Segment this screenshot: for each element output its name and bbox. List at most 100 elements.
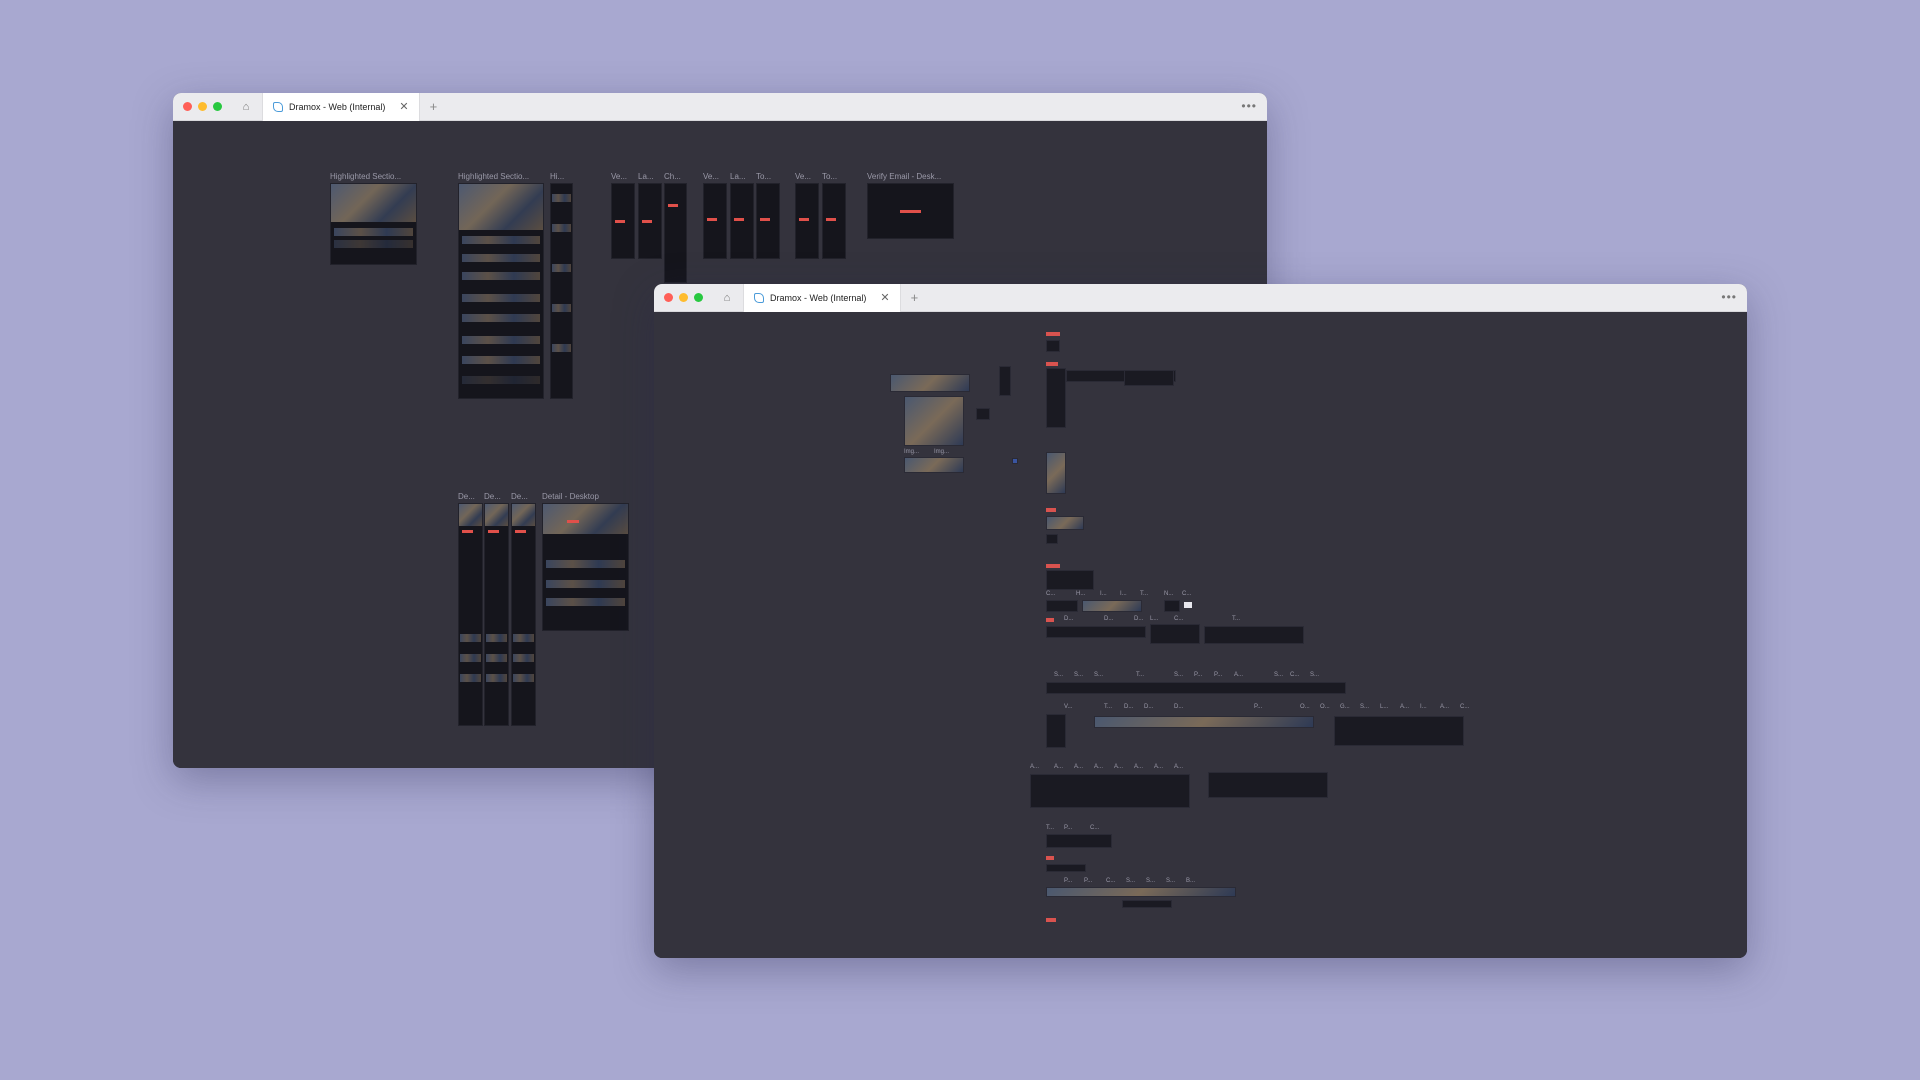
home-icon[interactable]: ⌂ [236, 97, 256, 117]
component-thumbnail[interactable] [1204, 626, 1304, 644]
component-thumbnail[interactable] [1046, 368, 1066, 428]
new-tab-button[interactable]: + [911, 290, 919, 305]
frame-landing-mobile[interactable] [638, 183, 662, 259]
frame-highlighted-section[interactable] [330, 183, 417, 265]
component-thumbnail[interactable] [1030, 774, 1190, 808]
component-thumbnail[interactable] [1122, 900, 1172, 908]
frame-landing-mobile-2[interactable] [730, 183, 754, 259]
component-thumbnail[interactable] [1150, 624, 1200, 644]
component-thumbnail[interactable] [1082, 600, 1142, 612]
frame-change-mobile[interactable] [664, 183, 687, 283]
close-tab-icon[interactable]: ✕ [399, 100, 408, 113]
frame-label: I... [1420, 704, 1427, 710]
frame-verify-mobile-2[interactable] [703, 183, 727, 259]
component-icon[interactable] [1012, 458, 1018, 464]
maximize-window-button[interactable] [213, 102, 222, 111]
frame-label: V... [1064, 704, 1073, 710]
frame-label: La... [730, 172, 746, 181]
component-thumbnail[interactable] [1046, 516, 1084, 530]
frame-token-mobile-2[interactable] [822, 183, 846, 259]
frame-label: N... [1164, 591, 1174, 597]
component-thumbnail[interactable] [904, 396, 964, 446]
frame-label: De... [511, 492, 528, 501]
frame-label: S... [1310, 672, 1320, 678]
frame-label: S... [1094, 672, 1104, 678]
component-tag [1046, 564, 1060, 568]
component-thumbnail[interactable] [1334, 716, 1464, 746]
frame-label: S... [1074, 672, 1084, 678]
frame-label: C... [1174, 616, 1184, 622]
frame-label: A... [1094, 764, 1104, 770]
component-thumbnail[interactable] [999, 366, 1011, 396]
frame-label: S... [1274, 672, 1284, 678]
frame-label: P... [1214, 672, 1223, 678]
figma-file-icon [273, 101, 283, 112]
component-thumbnail[interactable] [1094, 716, 1314, 728]
component-thumbnail[interactable] [1164, 600, 1180, 612]
frame-label: S... [1126, 878, 1136, 884]
minimize-window-button[interactable] [198, 102, 207, 111]
component-thumbnail[interactable] [1184, 602, 1192, 608]
tab-dramox-web[interactable]: Dramox - Web (Internal) ✕ [743, 284, 901, 312]
frame-detail-desktop[interactable] [542, 503, 629, 631]
component-thumbnail[interactable] [1046, 682, 1346, 694]
frame-label: D... [1134, 616, 1144, 622]
component-thumbnail[interactable] [976, 408, 990, 420]
frame-label: T... [1140, 591, 1149, 597]
frame-verify-mobile-3[interactable] [795, 183, 819, 259]
component-thumbnail[interactable] [1046, 570, 1094, 590]
frame-label: To... [822, 172, 838, 181]
frame-label: La... [638, 172, 654, 181]
component-thumbnail[interactable] [904, 457, 964, 473]
frame-label: P... [1064, 825, 1073, 831]
component-thumbnail[interactable] [1046, 864, 1086, 872]
component-tag [1046, 856, 1054, 860]
frame-detail-mobile-1[interactable] [458, 503, 483, 726]
frame-label: Ve... [795, 172, 812, 181]
frame-label: D... [1124, 704, 1134, 710]
component-tag [1046, 618, 1054, 622]
frame-label: L... [1150, 616, 1159, 622]
component-thumbnail[interactable] [1046, 714, 1066, 748]
component-thumbnail[interactable] [1046, 600, 1078, 612]
component-tag [1046, 918, 1056, 922]
maximize-window-button[interactable] [694, 293, 703, 302]
component-thumbnail[interactable] [1124, 370, 1174, 386]
new-tab-button[interactable]: + [430, 99, 438, 114]
component-thumbnail[interactable] [1046, 340, 1060, 352]
frame-token-mobile[interactable] [756, 183, 780, 259]
frame-verify-mobile[interactable] [611, 183, 635, 259]
title-bar: ⌂ Dramox - Web (Internal) ✕ + ••• [173, 93, 1267, 121]
tab-title: Dramox - Web (Internal) [770, 292, 867, 303]
design-canvas[interactable]: Img... Img... C... H... I... I... T... N… [654, 312, 1747, 958]
frame-label: T... [1046, 825, 1055, 831]
frame-highlighted-mobile[interactable] [550, 183, 573, 399]
component-tag [1046, 332, 1060, 336]
component-thumbnail[interactable] [890, 374, 970, 392]
component-thumbnail[interactable] [1046, 887, 1236, 897]
frame-label: C... [1106, 878, 1116, 884]
frame-label: H... [1076, 591, 1086, 597]
component-thumbnail[interactable] [1046, 626, 1146, 638]
frame-detail-mobile-2[interactable] [484, 503, 509, 726]
minimize-window-button[interactable] [679, 293, 688, 302]
component-thumbnail[interactable] [1046, 452, 1066, 494]
frame-highlighted-section-long[interactable] [458, 183, 544, 399]
close-window-button[interactable] [183, 102, 192, 111]
home-icon[interactable]: ⌂ [717, 288, 737, 308]
close-tab-icon[interactable]: ✕ [880, 291, 889, 304]
tab-title: Dramox - Web (Internal) [289, 101, 386, 112]
frame-label: Img... [904, 449, 920, 455]
frame-verify-email-desktop[interactable] [867, 183, 954, 239]
component-tag [1046, 362, 1058, 366]
frame-detail-mobile-3[interactable] [511, 503, 536, 726]
component-thumbnail[interactable] [1046, 834, 1112, 848]
close-window-button[interactable] [664, 293, 673, 302]
component-thumbnail[interactable] [1046, 534, 1058, 544]
more-options-icon[interactable]: ••• [1241, 99, 1257, 113]
frame-label: S... [1146, 878, 1156, 884]
more-options-icon[interactable]: ••• [1721, 290, 1737, 304]
tab-dramox-web[interactable]: Dramox - Web (Internal) ✕ [262, 93, 420, 121]
component-thumbnail[interactable] [1208, 772, 1328, 798]
frame-label: S... [1166, 878, 1176, 884]
